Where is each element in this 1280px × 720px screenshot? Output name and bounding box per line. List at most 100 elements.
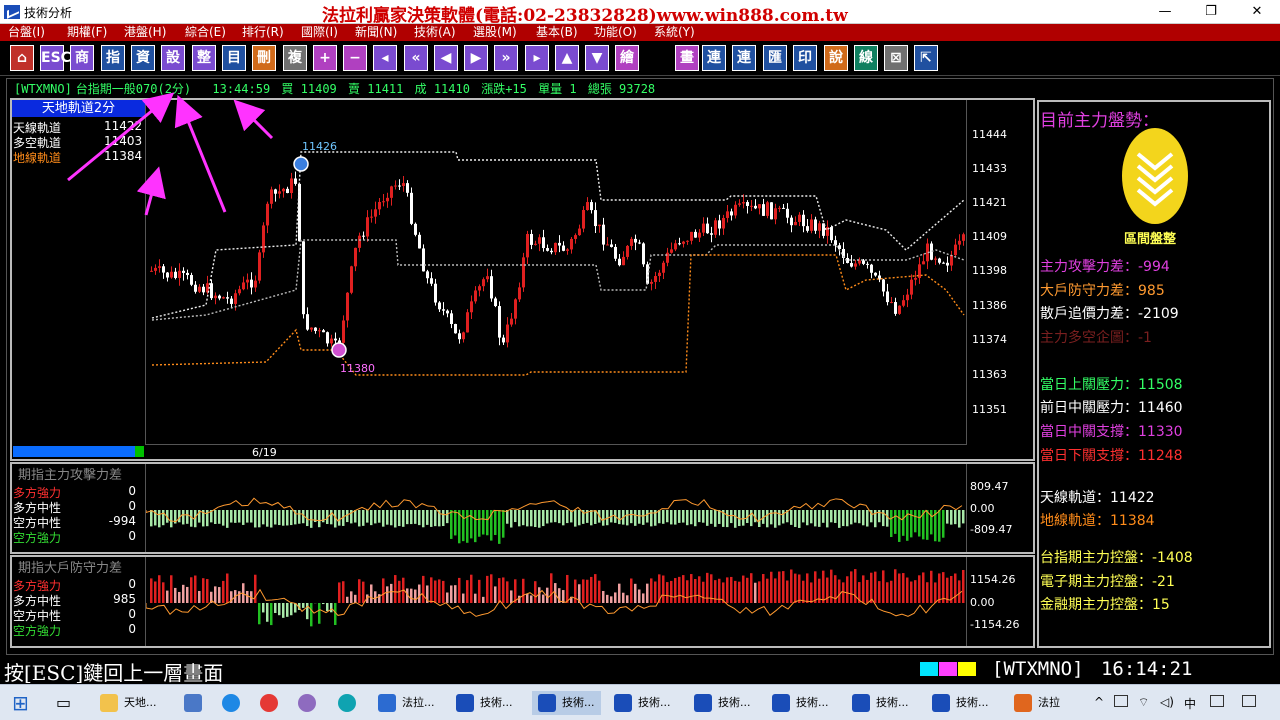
taskbar-item[interactable]: 技術... <box>456 691 513 715</box>
indicator-header[interactable]: 天地軌道2分 <box>12 100 145 117</box>
candle-body <box>474 290 477 302</box>
info-line: 地線軌道：11384 <box>1040 513 1155 529</box>
toolbar-button[interactable]: 匯 <box>763 45 787 71</box>
windows-start-icon[interactable]: ⊞ <box>12 689 29 715</box>
taskbar-item[interactable]: 技術... <box>932 691 989 715</box>
histogram-bar <box>926 582 929 603</box>
attack-axis-tick: 0.00 <box>970 502 995 515</box>
menu-item[interactable]: 排行(R) <box>242 24 284 41</box>
candle-body <box>410 192 413 224</box>
toolbar-button[interactable]: ▼ <box>585 45 609 71</box>
menu-item[interactable]: 選股(M) <box>473 24 517 41</box>
histogram-bar <box>338 582 341 603</box>
bottom-symbol: [WTXMNO] <box>992 658 1084 680</box>
taskbar-item[interactable] <box>184 691 208 715</box>
toolbar-button[interactable]: 設 <box>161 45 185 71</box>
histogram-bar <box>818 510 821 527</box>
taskbar-item[interactable] <box>260 691 284 715</box>
taskbar-item[interactable]: 技術... <box>852 691 909 715</box>
taskbar-item-active[interactable]: 技術... <box>532 691 601 715</box>
candle-body <box>682 241 685 244</box>
toolbar-button[interactable]: 刪 <box>252 45 276 71</box>
histogram-bar <box>342 581 345 603</box>
histogram-bar <box>466 510 469 543</box>
histogram-bar <box>542 594 545 603</box>
toolbar-button[interactable]: 畫 <box>675 45 699 71</box>
volume-icon[interactable]: ◁) <box>1160 695 1174 709</box>
wifi-icon[interactable]: ⌔ <box>1138 695 1149 710</box>
menu-item[interactable]: 綜合(E) <box>185 24 226 41</box>
toolbar-button[interactable]: ◂ <box>373 45 397 71</box>
taskbar-item[interactable]: 技術... <box>772 691 829 715</box>
menu-item[interactable]: 港盤(H) <box>124 24 166 41</box>
toolbar-button[interactable]: − <box>343 45 367 71</box>
taskbar-item[interactable] <box>222 691 246 715</box>
toolbar-button[interactable]: 複 <box>283 45 307 71</box>
menu-item[interactable]: 基本(B) <box>536 24 578 41</box>
menu-item[interactable]: 系統(Y) <box>654 24 695 41</box>
histogram-bar <box>742 510 745 526</box>
input-method-indicator[interactable]: 中 <box>1184 695 1196 712</box>
menu-item[interactable]: 期權(F) <box>67 24 107 41</box>
toolbar-button[interactable]: ▸ <box>525 45 549 71</box>
toolbar-button[interactable]: 連 <box>702 45 726 71</box>
taskbar-item[interactable]: 法拉... <box>378 691 435 715</box>
toolbar-button[interactable]: 繪 <box>615 45 639 71</box>
taskbar-item[interactable]: 技術... <box>694 691 751 715</box>
toolbar-button[interactable]: 印 <box>793 45 817 71</box>
histogram-bar <box>734 510 737 528</box>
histogram-bar <box>402 510 405 527</box>
toolbar-button[interactable]: 目 <box>222 45 246 71</box>
toolbar-button[interactable]: + <box>313 45 337 71</box>
close-button[interactable]: ✕ <box>1234 0 1280 24</box>
histogram-bar <box>254 510 257 528</box>
maximize-button[interactable]: ❐ <box>1188 0 1234 24</box>
notification-icon[interactable] <box>1242 695 1256 707</box>
toolbar-button[interactable]: 指 <box>101 45 125 71</box>
candle-body <box>470 301 473 313</box>
toolbar-button[interactable]: « <box>404 45 428 71</box>
toolbar-button[interactable]: ◀ <box>434 45 458 71</box>
taskbar-item[interactable]: 天地... <box>100 691 157 715</box>
taskbar-item[interactable]: 法拉 <box>1014 691 1060 715</box>
candle-body <box>322 330 325 333</box>
taskbar-label: 技術... <box>876 696 909 709</box>
candle-body <box>606 244 609 246</box>
histogram-bar <box>746 577 749 603</box>
toolbar-button[interactable]: 連 <box>732 45 756 71</box>
candle-body <box>678 243 681 245</box>
menu-item[interactable]: 新聞(N) <box>355 24 397 41</box>
menu-item[interactable]: 台盤(I) <box>8 24 45 41</box>
histogram-bar <box>782 571 785 603</box>
toolbar-button[interactable]: 線 <box>854 45 878 71</box>
scroll-bar[interactable] <box>13 446 135 457</box>
toolbar-button[interactable]: ⇱ <box>914 45 938 71</box>
toolbar-button[interactable]: 說 <box>824 45 848 71</box>
scroll-thumb[interactable] <box>135 446 144 457</box>
task-view-icon[interactable]: ▭ <box>56 691 71 715</box>
toolbar-button[interactable]: » <box>494 45 518 71</box>
toolbar-button[interactable]: ESC <box>40 45 71 71</box>
minimize-button[interactable]: — <box>1142 0 1188 24</box>
histogram-bar <box>430 577 433 603</box>
toolbar-button[interactable]: 商 <box>70 45 94 71</box>
toolbar-button[interactable]: ⌂ <box>10 45 34 71</box>
taskbar-item[interactable] <box>298 691 322 715</box>
taskbar-item[interactable] <box>338 691 362 715</box>
battery-icon[interactable] <box>1114 695 1128 707</box>
toolbar-button[interactable]: 整 <box>192 45 216 71</box>
candle-body <box>166 272 169 278</box>
toolbar-button[interactable]: ▲ <box>555 45 579 71</box>
menu-item[interactable]: 功能(O) <box>594 24 637 41</box>
toolbar-button[interactable]: ⊠ <box>884 45 908 71</box>
keyboard-icon[interactable] <box>1210 695 1224 707</box>
menu-item[interactable]: 技術(A) <box>414 24 456 41</box>
candle-body <box>710 233 713 235</box>
taskbar-item[interactable]: 技術... <box>614 691 671 715</box>
tray-expand-icon[interactable]: ^ <box>1094 695 1104 709</box>
candle-body <box>254 280 257 288</box>
candle-body <box>586 202 589 211</box>
toolbar-button[interactable]: 資 <box>131 45 155 71</box>
menu-item[interactable]: 國際(I) <box>301 24 338 41</box>
toolbar-button[interactable]: ▶ <box>464 45 488 71</box>
